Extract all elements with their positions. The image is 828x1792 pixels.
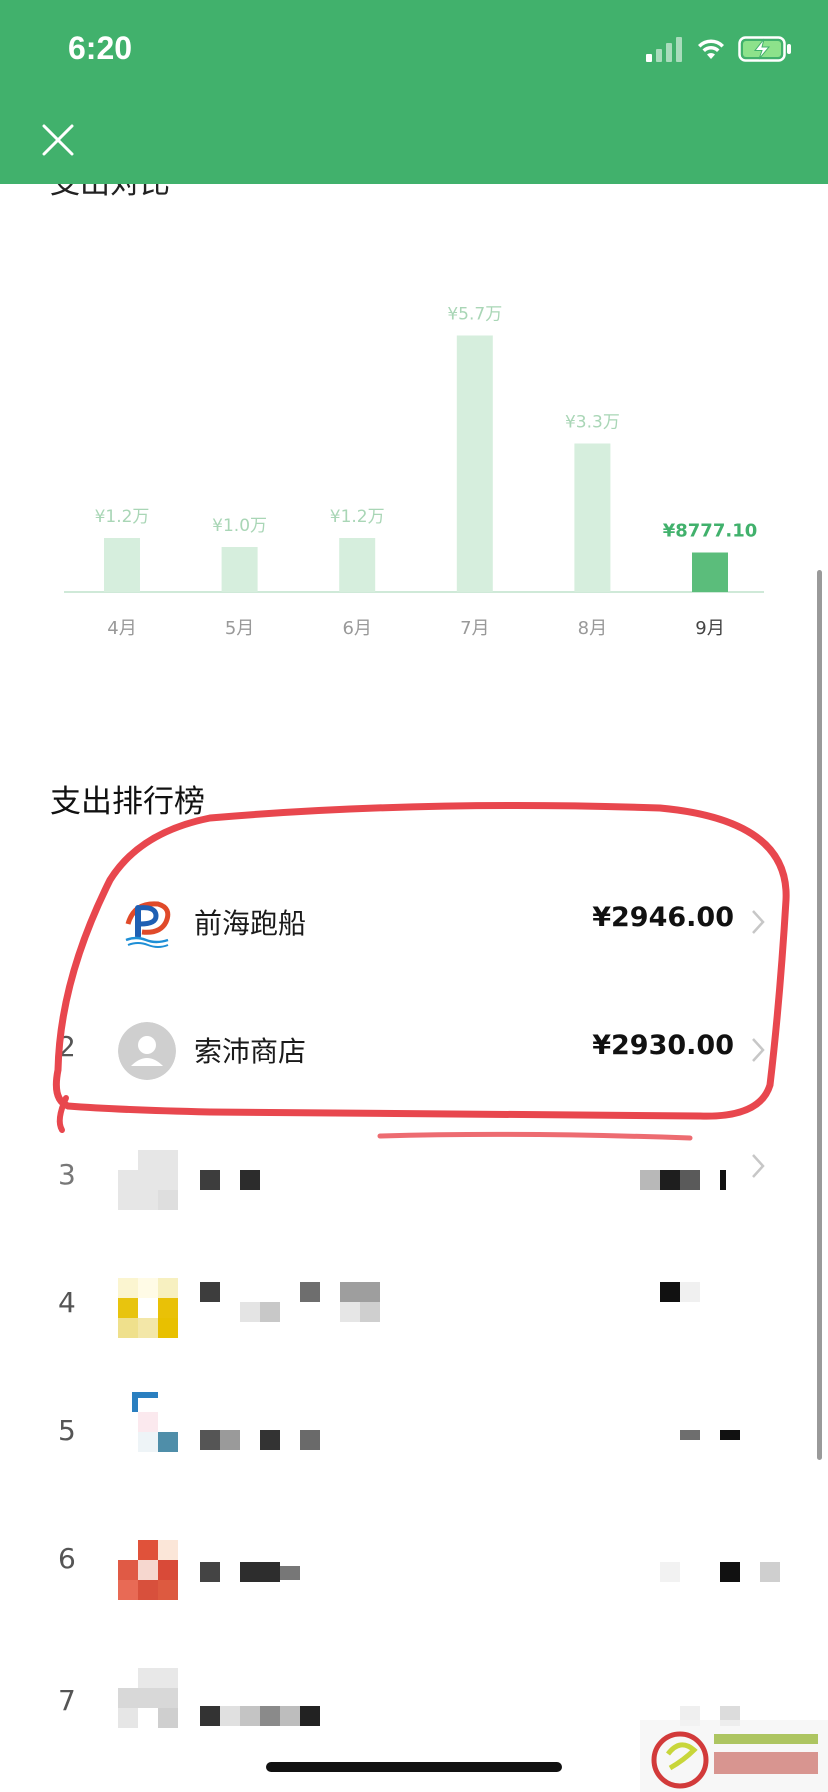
chart-category-label: 4月 xyxy=(107,618,136,639)
merchant-logo-icon xyxy=(118,894,176,952)
chart-value-label: ¥5.7万 xyxy=(447,305,502,325)
chart-bar[interactable] xyxy=(104,538,140,592)
chevron-right-icon xyxy=(752,1154,765,1178)
pixelated-avatar xyxy=(118,1150,178,1210)
chart-category-label: 9月 xyxy=(695,618,724,639)
site-watermark-logo xyxy=(640,1720,828,1792)
chart-category-label: 5月 xyxy=(225,618,254,639)
monthly-spending-chart: ¥1.2万 4月 ¥1.0万 5月 ¥1.2万 6月 ¥5.7万 7月 ¥3.3万 8月 ¥8777… xyxy=(64,305,764,639)
chevron-right-icon xyxy=(752,910,765,934)
rank-number: 5 xyxy=(58,1414,76,1447)
rank-number: 2 xyxy=(58,1030,76,1063)
cellular-signal-icon xyxy=(646,37,682,62)
merchant-name: 索沛商店 xyxy=(194,1035,307,1068)
default-user-icon xyxy=(118,1022,176,1080)
wifi-icon xyxy=(698,39,724,59)
chart-value-label: ¥1.2万 xyxy=(330,507,385,527)
battery-charging-icon xyxy=(738,36,791,62)
chart-value-label: ¥8777.10 xyxy=(663,521,758,542)
status-time: 6:20 xyxy=(68,30,133,66)
merchant-amount: ¥2930.00 xyxy=(592,1030,734,1061)
rank-number: 3 xyxy=(58,1158,76,1191)
ranking-list: 前海跑船 ¥2946.00 2 索沛商店 ¥2930.00 3 4 5 6 7 xyxy=(0,860,828,1756)
ranking-row-obscured[interactable]: 4 xyxy=(0,1244,828,1372)
chart-bar[interactable] xyxy=(339,538,376,592)
ranking-row[interactable]: 前海跑船 ¥2946.00 xyxy=(0,860,828,988)
ranking-row-obscured[interactable]: 6 xyxy=(0,1500,828,1628)
chart-value-label: ¥1.0万 xyxy=(212,516,267,536)
chart-category-label: 7月 xyxy=(460,618,489,639)
chart-bar[interactable] xyxy=(221,547,258,592)
ranking-row-obscured[interactable]: 5 xyxy=(0,1372,828,1500)
close-icon[interactable] xyxy=(38,120,78,160)
merchant-name: 前海跑船 xyxy=(194,907,307,940)
pixelated-avatar xyxy=(118,1668,178,1728)
chart-bar[interactable] xyxy=(574,443,611,593)
pixelated-avatar xyxy=(118,1540,178,1600)
status-icons xyxy=(646,34,792,64)
chart-value-label: ¥1.2万 xyxy=(95,507,150,527)
chart-category-label: 8月 xyxy=(578,618,607,639)
pixelated-avatar xyxy=(118,1392,178,1452)
chart-category-label: 6月 xyxy=(342,618,371,639)
rank-number: 6 xyxy=(58,1542,76,1575)
ranking-row-obscured[interactable]: 3 xyxy=(0,1116,828,1244)
chart-value-label: ¥3.3万 xyxy=(565,413,620,433)
merchant-amount: ¥2946.00 xyxy=(592,902,734,933)
rank-number: 7 xyxy=(58,1684,76,1717)
chevron-right-icon xyxy=(752,1038,765,1062)
pixelated-avatar xyxy=(118,1278,178,1338)
ranking-title: 支出排行榜 xyxy=(50,784,205,820)
home-indicator[interactable] xyxy=(266,1762,562,1772)
chart-bar[interactable] xyxy=(456,335,493,593)
ranking-row[interactable]: 2 索沛商店 ¥2930.00 xyxy=(0,988,828,1116)
app-header: 6:20 xyxy=(0,0,828,184)
rank-number: 4 xyxy=(58,1286,76,1319)
scrollbar[interactable] xyxy=(817,570,822,1460)
chart-bar[interactable] xyxy=(692,552,728,592)
